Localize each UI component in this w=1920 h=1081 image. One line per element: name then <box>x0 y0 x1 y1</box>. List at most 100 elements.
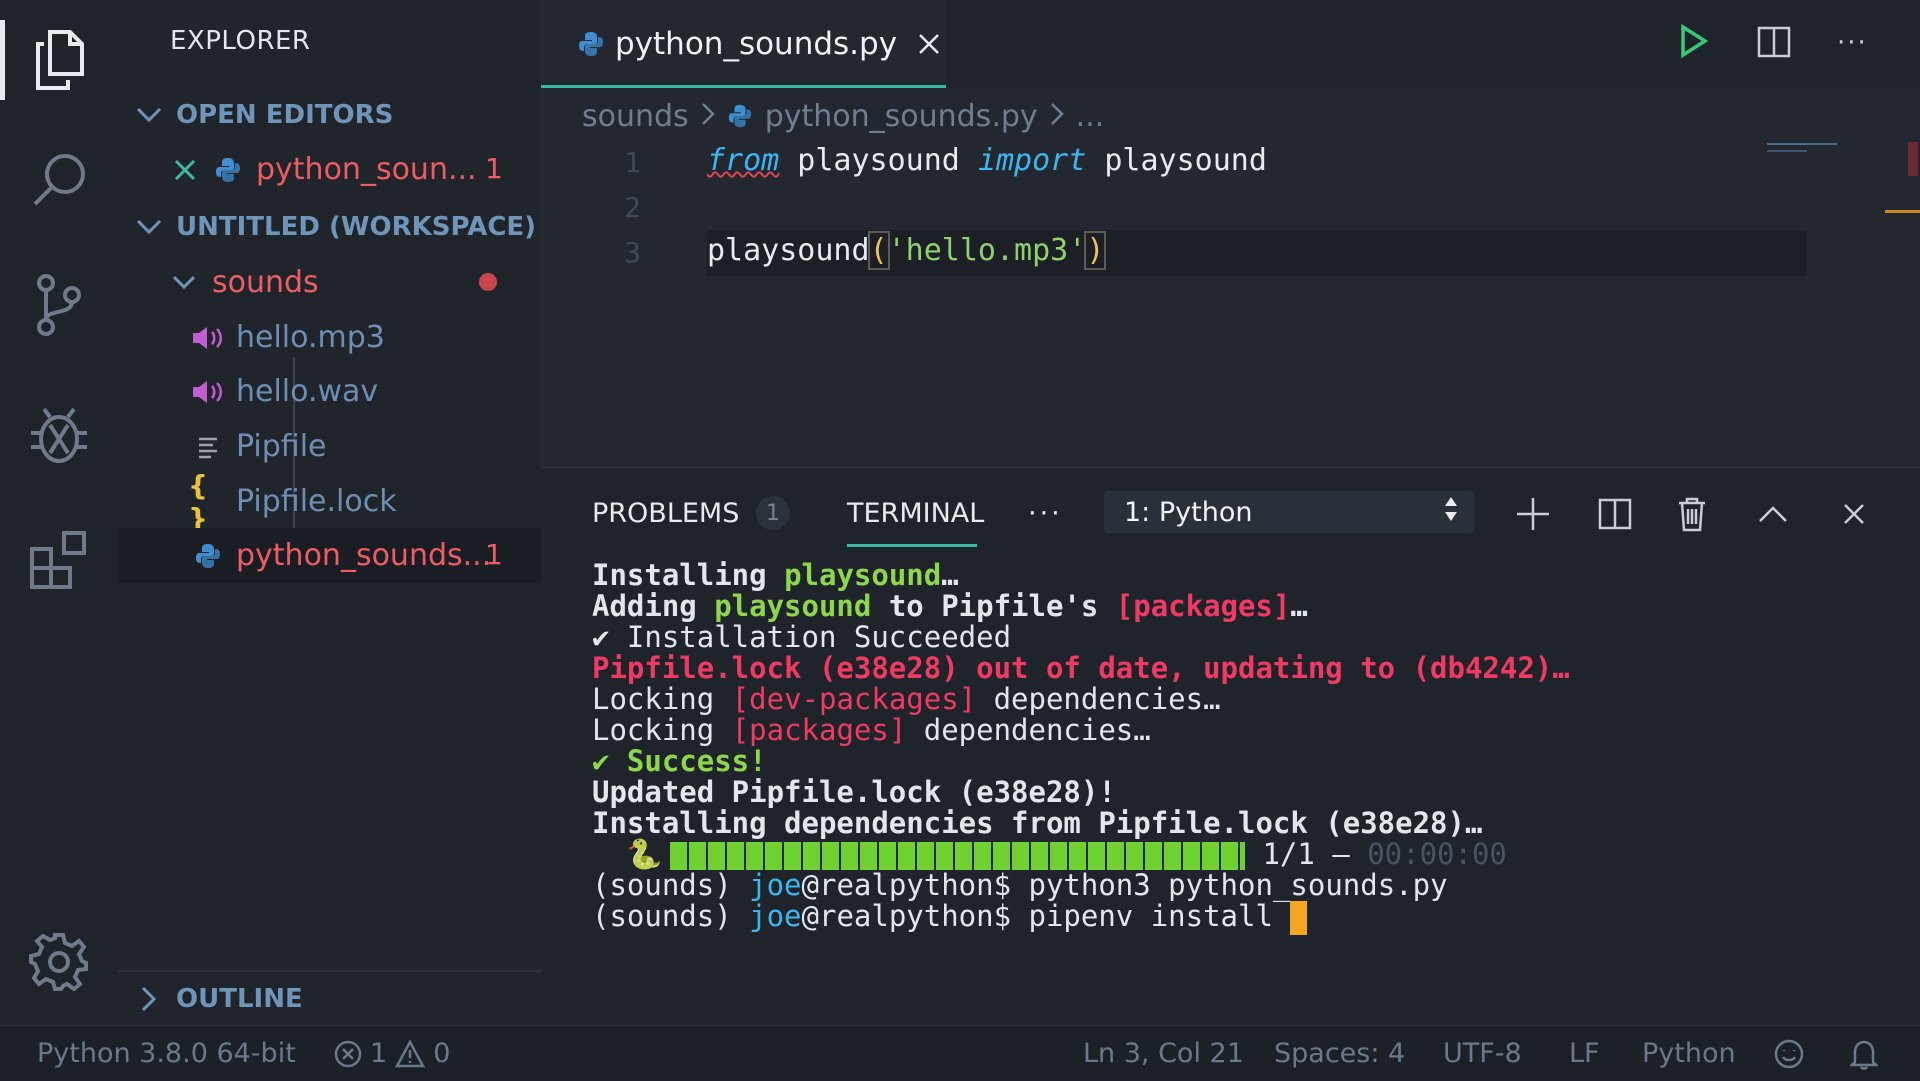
chevron-right-icon <box>132 986 166 1012</box>
line-number: 2 <box>624 191 641 224</box>
more-actions-icon[interactable]: ··· <box>1837 28 1868 58</box>
open-editors-section[interactable]: OPEN EDITORS <box>132 90 537 140</box>
python-icon <box>727 103 753 129</box>
new-terminal-icon[interactable] <box>1513 494 1553 534</box>
divider <box>118 970 541 972</box>
breadcrumb-folder[interactable]: sounds <box>582 99 689 134</box>
terminal-line: 🐍 1/1 — 00:00:00 <box>626 837 1507 871</box>
trash-icon[interactable] <box>1672 494 1712 534</box>
tab-problems[interactable]: PROBLEMS <box>592 498 739 529</box>
panel-more-icon[interactable]: ··· <box>1028 498 1063 529</box>
section-label: OPEN EDITORS <box>176 100 394 130</box>
select-arrows-icon <box>1444 495 1458 530</box>
open-editor-item[interactable]: python_soun... <box>170 142 477 197</box>
explorer-sidebar: EXPLORER OPEN EDITORS python_soun... 1 U… <box>118 0 541 1025</box>
python-interpreter-status[interactable]: Python 3.8.0 64-bit <box>37 1026 296 1081</box>
breadcrumb-file[interactable]: python_sounds.py <box>765 99 1038 134</box>
settings-gear-icon[interactable] <box>0 912 118 1012</box>
progress-bar <box>670 842 1245 870</box>
error-count-badge: 1 <box>485 152 503 185</box>
breadcrumb: sounds python_sounds.py ... <box>582 96 1104 136</box>
file-item-pipfile[interactable]: Pipfile <box>188 419 327 474</box>
terminal-line: (sounds) joe@realpython$ python3 python_… <box>592 868 1448 902</box>
file-label: Pipfile <box>236 429 327 464</box>
breadcrumb-symbols[interactable]: ... <box>1076 99 1105 134</box>
split-terminal-icon[interactable] <box>1595 494 1635 534</box>
minimap-line <box>1767 143 1837 145</box>
editor-tab-bar: python_sounds.py ··· <box>541 0 1920 88</box>
open-editor-label: python_soun... <box>256 152 477 187</box>
terminal-line: ✔ Installation Succeeded <box>592 620 1012 654</box>
terminal-select[interactable]: 1: Python <box>1104 491 1474 533</box>
close-icon[interactable] <box>917 32 941 56</box>
terminal-line: (sounds) joe@realpython$ pipenv install <box>592 901 1570 935</box>
warning-count: 0 <box>433 1038 451 1069</box>
search-icon[interactable] <box>0 130 118 230</box>
terminal-line: Pipfile.lock (e38e28) out of date, updat… <box>592 651 1570 685</box>
cursor-position-status[interactable]: Ln 3, Col 21 <box>1083 1026 1244 1081</box>
problems-status[interactable]: 1 0 <box>334 1026 450 1081</box>
close-panel-icon[interactable] <box>1834 494 1874 534</box>
code-line-3[interactable]: playsound('hello.mp3') <box>707 231 1107 270</box>
terminal-output[interactable]: Installing playsound… Adding playsound t… <box>592 558 1570 935</box>
audio-icon <box>188 379 228 405</box>
function-name: playsound <box>707 233 870 268</box>
line-number: 1 <box>624 146 641 179</box>
minimap-line <box>1767 150 1807 152</box>
explorer-icon[interactable] <box>0 10 118 110</box>
eol-status[interactable]: LF <box>1569 1026 1600 1081</box>
chevron-down-icon <box>164 275 204 290</box>
json-braces-icon: { } <box>188 468 208 535</box>
activity-bar <box>0 0 118 1025</box>
python-icon <box>188 542 228 570</box>
language-status[interactable]: Python <box>1642 1026 1736 1081</box>
chevron-right-icon <box>701 99 715 134</box>
terminal-line: Installing playsound… <box>592 558 959 592</box>
string-arg: 'hello.mp3' <box>887 233 1087 268</box>
error-count-badge: 1 <box>485 538 503 571</box>
notifications-bell-icon[interactable] <box>1850 1026 1878 1081</box>
keyword-from: from <box>707 143 780 178</box>
file-item-pipfile-lock[interactable]: { } Pipfile.lock <box>188 469 397 535</box>
source-control-icon[interactable] <box>0 255 118 355</box>
file-label: python_sounds... <box>236 538 492 573</box>
split-editor-icon[interactable] <box>1757 25 1791 63</box>
terminal-select-value: 1: Python <box>1124 496 1253 528</box>
feedback-smiley-icon[interactable] <box>1774 1026 1804 1081</box>
scrollbar-error-marker <box>1908 142 1918 176</box>
modified-dot-icon <box>479 273 497 291</box>
outline-section[interactable]: OUTLINE <box>132 974 537 1024</box>
workspace-section[interactable]: UNTITLED (WORKSPACE) <box>132 202 537 252</box>
chevron-up-icon[interactable] <box>1753 494 1793 534</box>
file-label: Pipfile.lock <box>236 484 397 519</box>
error-count: 1 <box>370 1038 388 1069</box>
chevron-right-icon <box>1050 99 1064 134</box>
file-item-hello-mp3[interactable]: hello.mp3 <box>188 310 385 365</box>
tab-python-sounds[interactable]: python_sounds.py <box>541 0 946 88</box>
active-tab-indicator <box>541 85 946 88</box>
terminal-line: Installing dependencies from Pipfile.loc… <box>592 806 1483 840</box>
scrollbar-cursor-marker <box>1885 210 1920 213</box>
lines-file-icon <box>188 435 228 459</box>
terminal-line: Updated Pipfile.lock (e38e28)! <box>592 775 1116 809</box>
file-item-hello-wav[interactable]: hello.wav <box>188 364 378 419</box>
warning-icon <box>395 1039 426 1068</box>
sidebar-title: EXPLORER <box>170 26 311 56</box>
snake-emoji-icon: 🐍 <box>626 837 663 871</box>
folder-label: sounds <box>212 265 319 300</box>
chevron-down-icon <box>132 107 166 123</box>
folder-sounds[interactable]: sounds <box>164 255 319 310</box>
encoding-status[interactable]: UTF-8 <box>1443 1026 1522 1081</box>
debug-icon[interactable] <box>0 385 118 485</box>
tab-terminal[interactable]: TERMINAL <box>847 498 984 529</box>
code-line-1[interactable]: from playsound import playsound <box>707 143 1267 178</box>
run-icon[interactable] <box>1679 23 1709 62</box>
close-icon[interactable] <box>170 159 200 181</box>
indentation-status[interactable]: Spaces: 4 <box>1274 1026 1405 1081</box>
extensions-icon[interactable] <box>0 510 118 610</box>
file-item-python-sounds[interactable]: python_sounds... <box>188 528 491 583</box>
open-paren: ( <box>867 231 890 270</box>
editor-area: python_sounds.py ··· sounds python_sound… <box>541 0 1920 467</box>
active-tab-indicator <box>847 544 977 547</box>
terminal-line: Locking [dev-packages] dependencies… <box>592 682 1221 716</box>
